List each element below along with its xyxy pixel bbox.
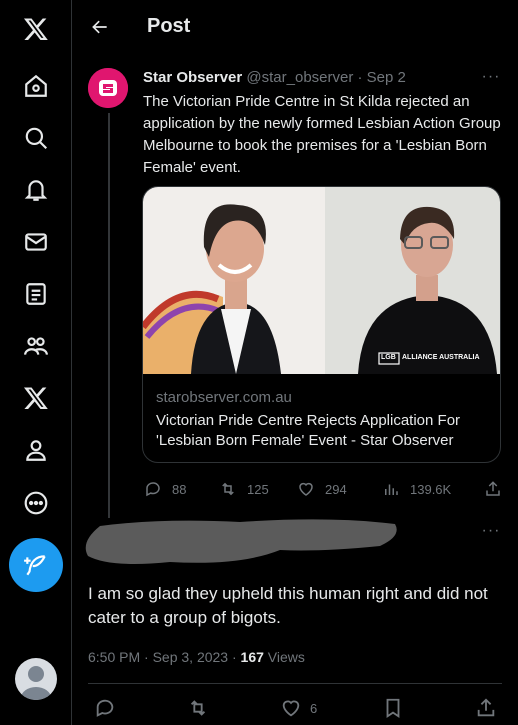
like-count: 294 (325, 481, 347, 497)
reply-repost-button[interactable] (187, 697, 209, 719)
premium-x-icon[interactable] (13, 375, 59, 421)
communities-icon[interactable] (13, 323, 59, 369)
views-count: 139.6K (410, 481, 452, 497)
home-icon[interactable] (13, 63, 59, 109)
source-header: Star Observer @star_observer · Sep 2 (143, 69, 406, 86)
compose-post-button[interactable] (9, 538, 63, 592)
more-icon[interactable] (13, 480, 59, 526)
account-avatar[interactable] (15, 658, 57, 700)
source-name[interactable]: Star Observer (143, 69, 242, 86)
profile-icon[interactable] (13, 427, 59, 473)
reply-button[interactable]: 88 (144, 478, 186, 500)
reply-meta: 6:50 PM · Sep 3, 2023 · 167 Views (88, 649, 305, 665)
x-logo-icon[interactable] (13, 6, 59, 52)
card-domain: starobserver.com.au (156, 389, 292, 406)
messages-icon[interactable] (13, 219, 59, 265)
divider (88, 683, 502, 684)
reply-views-count: 167 (240, 649, 264, 665)
like-button[interactable]: 294 (297, 478, 347, 500)
card-image-badge: LGB (381, 354, 396, 361)
reply-action-bar: 6 (72, 695, 518, 721)
reply-reply-button[interactable] (94, 697, 116, 719)
source-more-button[interactable]: ··· (477, 68, 505, 88)
share-button[interactable] (484, 478, 502, 500)
source-handle-date[interactable]: @star_observer · Sep 2 (246, 69, 405, 86)
explore-icon[interactable] (13, 115, 59, 161)
left-nav (0, 0, 72, 725)
reply-count: 88 (172, 481, 187, 497)
reply-more-button[interactable]: ··· (477, 522, 505, 542)
link-card[interactable]: LGB ALLIANCE AUSTRALIA starobserver.com.… (142, 186, 501, 463)
source-action-bar: 88 125 294 139.6K (142, 478, 504, 500)
source-avatar[interactable] (88, 68, 128, 108)
back-button[interactable] (85, 12, 115, 42)
reply-timestamp[interactable]: 6:50 PM · Sep 3, 2023 · (88, 649, 241, 665)
reply-like-count: 6 (310, 700, 318, 716)
lists-icon[interactable] (13, 271, 59, 317)
card-title: Victorian Pride Centre Rejects Applicati… (156, 412, 461, 449)
reply-views-label: Views (263, 649, 305, 665)
card-image (143, 187, 500, 374)
notifications-icon[interactable] (13, 167, 59, 213)
bookmark-button[interactable] (382, 697, 404, 719)
page-header: Post (72, 0, 518, 56)
reply-like-button[interactable]: 6 (280, 697, 317, 719)
redacted-author (85, 519, 397, 564)
repost-button[interactable]: 125 (219, 478, 269, 500)
views-button[interactable]: 139.6K (382, 478, 451, 500)
page-title: Post (147, 15, 191, 37)
source-post-text: The Victorian Pride Centre in St Kilda r… (143, 93, 501, 176)
post-detail: Post Star Observer @star_observer · Sep … (72, 0, 518, 725)
reply-post-text: I am so glad they upheld this human righ… (88, 584, 488, 627)
reply-share-button[interactable] (475, 697, 497, 719)
repost-count: 125 (247, 481, 269, 497)
thread-connector (108, 113, 110, 518)
card-image-caption: ALLIANCE AUSTRALIA (402, 354, 480, 361)
